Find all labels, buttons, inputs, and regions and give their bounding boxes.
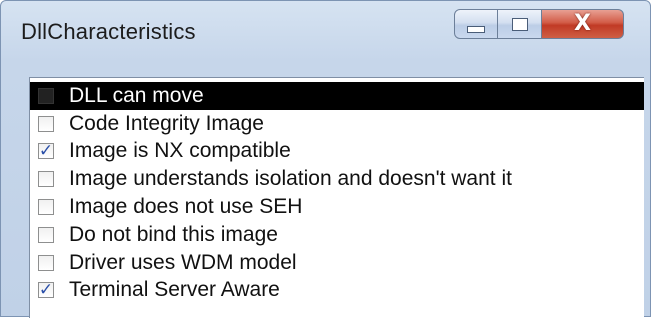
list-item[interactable]: ✓ Image is NX compatible	[30, 138, 644, 166]
maximize-icon	[511, 17, 528, 31]
checkbox-unchecked[interactable]	[38, 199, 54, 216]
list-item-label: Image is NX compatible	[69, 139, 291, 163]
checkbox-checked[interactable]: ✓	[38, 279, 54, 300]
dialog-window: DllCharacteristics X DLL can move Code In…	[0, 0, 651, 318]
maximize-button[interactable]	[498, 9, 542, 39]
list-item[interactable]: Driver uses WDM model	[30, 249, 644, 277]
list-item[interactable]: DLL can move	[30, 82, 644, 110]
minimize-icon	[467, 25, 485, 33]
list-item-label: Code Integrity Image	[69, 111, 264, 135]
close-button[interactable]: X	[542, 9, 624, 39]
characteristics-checklist[interactable]: DLL can move Code Integrity Image ✓ Image i…	[29, 77, 644, 318]
list-item[interactable]: ✓ Terminal Server Aware	[30, 277, 644, 305]
window-title: DllCharacteristics	[21, 19, 196, 44]
title-bar[interactable]: DllCharacteristics X	[1, 1, 650, 57]
checkmark-icon: ✓	[38, 279, 54, 300]
checkbox-unchecked[interactable]	[38, 171, 54, 188]
window-controls: X	[454, 9, 624, 41]
list-item[interactable]: Image understands isolation and doesn't …	[30, 165, 644, 193]
checkbox-unchecked[interactable]	[38, 254, 54, 271]
checkbox-unchecked[interactable]	[38, 226, 54, 243]
minimize-button[interactable]	[454, 9, 498, 39]
list-item-label: Terminal Server Aware	[69, 278, 280, 302]
checkbox-unchecked[interactable]	[38, 115, 54, 132]
close-icon: X	[574, 11, 591, 36]
list-item-label: Driver uses WDM model	[69, 250, 297, 274]
list-item-label: Image does not use SEH	[69, 195, 303, 219]
list-item-label: Image understands isolation and doesn't …	[69, 167, 512, 191]
list-item[interactable]: Code Integrity Image	[30, 110, 644, 138]
checkbox-checked[interactable]: ✓	[38, 140, 54, 161]
list-item[interactable]: Do not bind this image	[30, 221, 644, 249]
list-item-label: DLL can move	[69, 83, 204, 107]
list-item-label: Do not bind this image	[69, 222, 278, 246]
checkmark-icon: ✓	[38, 140, 54, 161]
checkbox-unchecked[interactable]	[38, 87, 54, 104]
list-item[interactable]: Image does not use SEH	[30, 193, 644, 221]
